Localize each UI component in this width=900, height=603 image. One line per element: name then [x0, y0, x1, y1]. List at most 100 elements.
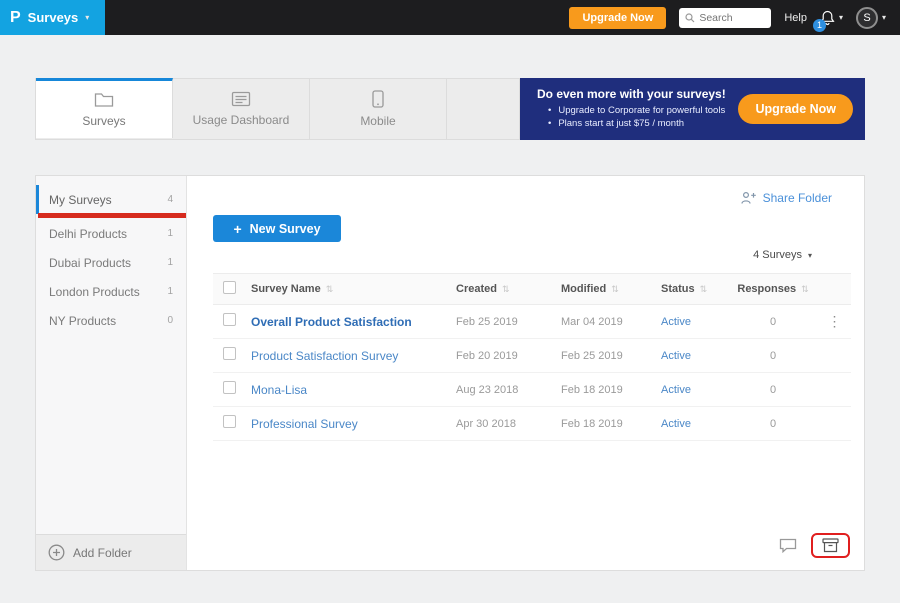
survey-name-link[interactable]: Overall Product Satisfaction: [251, 315, 456, 329]
new-survey-label: New Survey: [249, 221, 321, 236]
topbar-actions: Upgrade Now Help 1 ▾ S ▾: [569, 6, 900, 32]
created-date: Feb 25 2019: [456, 315, 518, 328]
column-header-survey-name[interactable]: Survey Name ⇅: [251, 283, 456, 295]
column-header-status[interactable]: Status ⇅: [661, 283, 728, 295]
folder-name: London Products: [49, 284, 140, 299]
select-all-checkbox[interactable]: [223, 281, 236, 294]
chevron-down-icon: ▾: [807, 250, 812, 260]
promo-banner: Do even more with your surveys! Upgrade …: [520, 78, 865, 140]
dashboard-icon: [231, 91, 251, 107]
folders-sidebar: My Surveys 4 Delhi Products 1 Dubai Prod…: [36, 176, 187, 570]
help-link[interactable]: Help: [784, 12, 807, 24]
created-date: Feb 20 2019: [456, 349, 518, 362]
sidebar-item-dubai-products[interactable]: Dubai Products 1: [36, 248, 186, 277]
share-person-icon: [741, 191, 757, 205]
table-row: Professional Survey Apr 30 2018 Feb 18 2…: [213, 407, 851, 441]
product-menu-label: Surveys: [27, 10, 79, 25]
sort-icon: ⇅: [801, 284, 809, 294]
column-header-created[interactable]: Created ⇅: [456, 283, 561, 295]
modified-date: Feb 18 2019: [561, 383, 623, 396]
folder-count: 1: [167, 257, 173, 268]
tab-mobile[interactable]: Mobile: [310, 79, 447, 139]
surveys-panel: My Surveys 4 Delhi Products 1 Dubai Prod…: [35, 175, 865, 571]
main-tabs: Surveys Usage Dashboard Mobile: [35, 78, 520, 140]
sort-icon: ⇅: [501, 284, 510, 294]
survey-name-link[interactable]: Professional Survey: [251, 417, 456, 431]
chevron-down-icon: ▾: [881, 13, 886, 22]
tab-usage-dashboard[interactable]: Usage Dashboard: [173, 79, 310, 139]
product-menu[interactable]: P Surveys ▾: [0, 0, 105, 35]
folder-name: Dubai Products: [49, 255, 132, 270]
upgrade-now-button[interactable]: Upgrade Now: [569, 6, 667, 29]
share-folder-button[interactable]: Share Folder: [741, 191, 832, 205]
notifications-menu[interactable]: 1 ▾: [812, 10, 843, 32]
survey-count-dropdown[interactable]: 4 Surveys ▾: [753, 249, 812, 261]
sidebar-item-my-surveys[interactable]: My Surveys 4: [36, 185, 186, 214]
row-checkbox[interactable]: [223, 414, 236, 428]
folder-count: 1: [167, 286, 173, 297]
speech-bubble-icon: [779, 538, 797, 553]
account-menu[interactable]: S ▾: [855, 6, 886, 29]
folder-name: NY Products: [49, 313, 117, 328]
table-header-row: Survey Name ⇅ Created ⇅ Modified ⇅ Status ⇅ …: [213, 273, 851, 305]
chevron-down-icon: ▾: [838, 13, 843, 22]
chevron-down-icon: ▾: [85, 13, 90, 22]
bottom-action-icons: [779, 533, 850, 558]
survey-name-link[interactable]: Mona-Lisa: [251, 383, 456, 397]
status-badge: Active: [661, 349, 691, 362]
survey-count-label: 4 Surveys: [753, 249, 802, 261]
top-bar: P Surveys ▾ Upgrade Now Help 1 ▾ S ▾: [0, 0, 900, 35]
feedback-bubble-button[interactable]: [779, 538, 797, 553]
sidebar-item-ny-products[interactable]: NY Products 0: [36, 306, 186, 335]
avatar: S: [855, 6, 878, 29]
row-checkbox[interactable]: [223, 312, 236, 326]
annotation-red-box: [811, 533, 850, 558]
folder-icon: [94, 92, 114, 108]
row-checkbox[interactable]: [223, 346, 236, 360]
table-row: Product Satisfaction Survey Feb 20 2019 …: [213, 339, 851, 373]
tab-label: Usage Dashboard: [192, 113, 290, 127]
modified-date: Feb 18 2019: [561, 417, 623, 430]
column-header-modified[interactable]: Modified ⇅: [561, 283, 661, 295]
row-menu-button[interactable]: ⋮: [818, 313, 851, 330]
tab-label: Surveys: [82, 113, 126, 128]
sort-icon: ⇅: [699, 284, 708, 294]
archive-button[interactable]: [822, 538, 839, 553]
notification-badge: 1: [812, 18, 826, 32]
sidebar-item-london-products[interactable]: London Products 1: [36, 277, 186, 306]
tabstrip-filler: [447, 79, 519, 139]
mobile-icon: [372, 90, 384, 108]
search-icon: [685, 12, 695, 23]
status-badge: Active: [661, 383, 691, 396]
column-header-responses[interactable]: Responses ⇅: [728, 283, 818, 295]
modified-date: Mar 04 2019: [561, 315, 623, 328]
new-survey-button[interactable]: + New Survey: [213, 215, 341, 242]
table-row: Overall Product Satisfaction Feb 25 2019…: [213, 305, 851, 339]
tab-surveys[interactable]: Surveys: [36, 78, 173, 138]
surveys-content: Share Folder + New Survey 4 Surveys ▾ Su…: [187, 176, 864, 570]
folder-name: Delhi Products: [49, 226, 128, 241]
folder-count: 1: [167, 228, 173, 239]
share-folder-label: Share Folder: [762, 191, 832, 205]
promo-upgrade-button[interactable]: Upgrade Now: [738, 94, 853, 124]
plus-icon: +: [233, 220, 242, 237]
sort-icon: ⇅: [325, 284, 334, 294]
table-row: Mona-Lisa Aug 23 2018 Feb 18 2019 Active…: [213, 373, 851, 407]
plus-circle-icon: [48, 544, 65, 561]
status-badge: Active: [661, 417, 691, 430]
archive-icon: [822, 538, 839, 553]
add-folder-label: Add Folder: [73, 545, 132, 560]
responses-count: 0: [769, 383, 777, 396]
created-date: Apr 30 2018: [456, 417, 516, 430]
responses-count: 0: [769, 315, 777, 328]
row-checkbox[interactable]: [223, 380, 236, 394]
folder-name: My Surveys: [49, 192, 112, 207]
modified-date: Feb 25 2019: [561, 349, 623, 362]
survey-name-link[interactable]: Product Satisfaction Survey: [251, 349, 456, 363]
brand-logo: P: [10, 8, 21, 26]
add-folder-button[interactable]: Add Folder: [36, 534, 186, 570]
sidebar-item-delhi-products[interactable]: Delhi Products 1: [36, 219, 186, 248]
created-date: Aug 23 2018: [456, 383, 519, 396]
search-input[interactable]: [699, 11, 766, 24]
search-box[interactable]: [679, 7, 772, 28]
